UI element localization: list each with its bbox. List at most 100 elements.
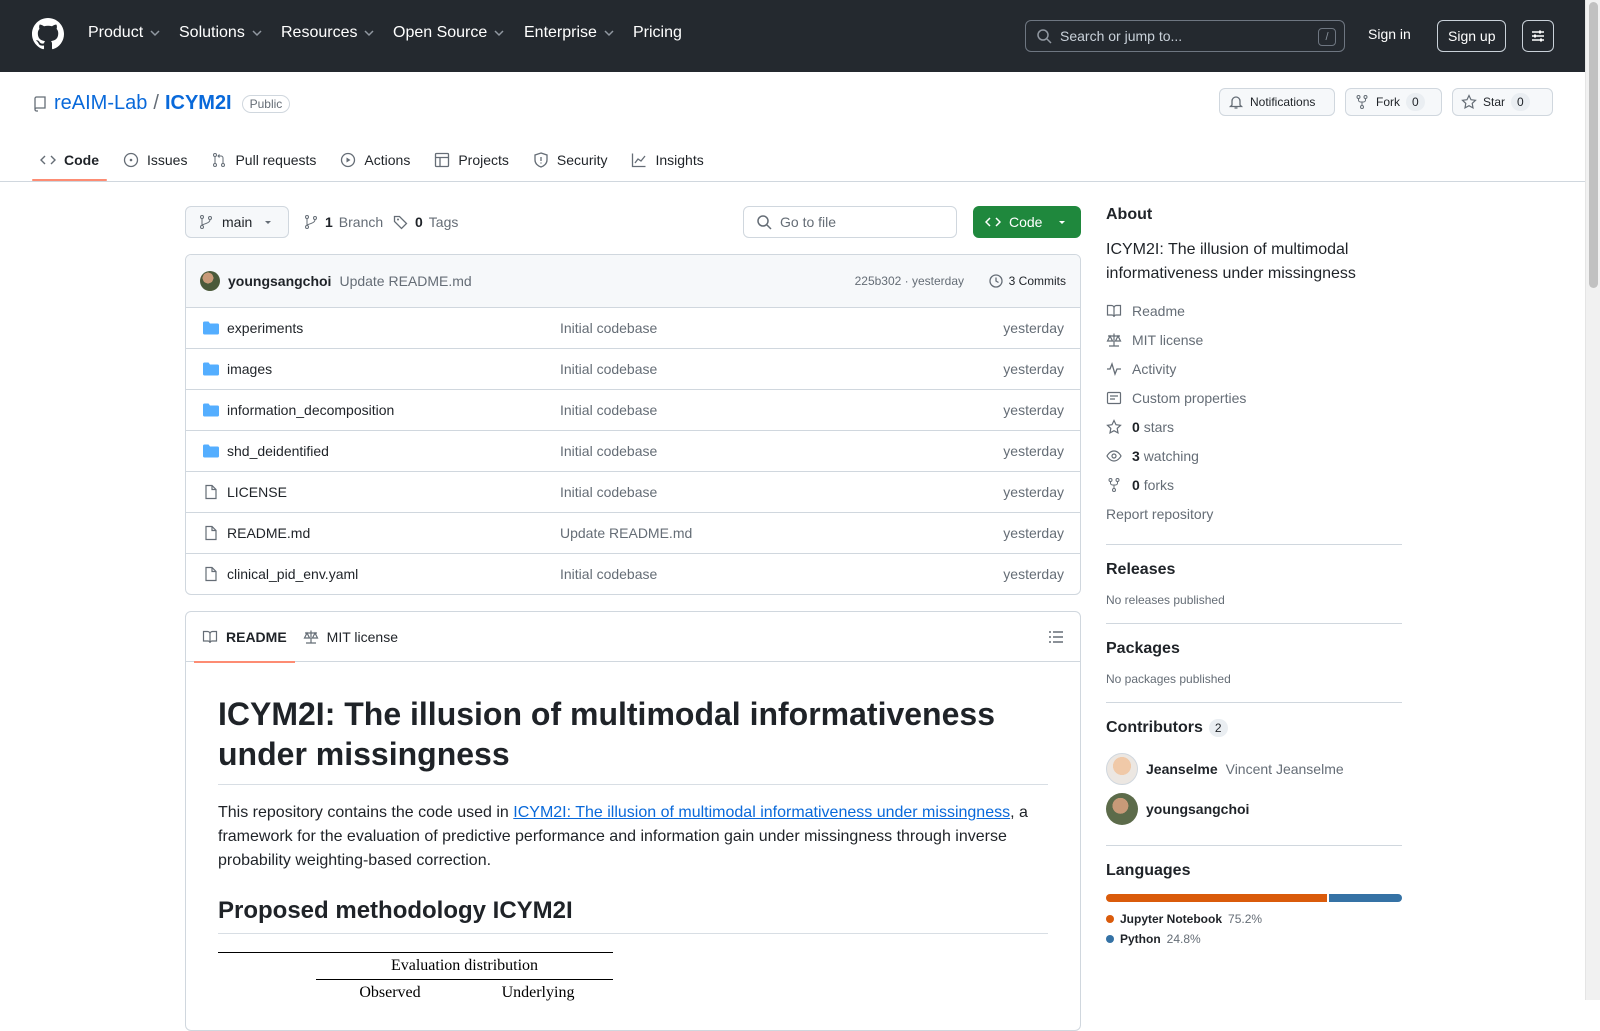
report-repository-link[interactable]: Report repository bbox=[1106, 499, 1402, 528]
file-name[interactable]: images bbox=[227, 361, 272, 377]
readme-panel: README MIT license ICYM2I: The illusion … bbox=[185, 611, 1081, 1031]
repo-name-link[interactable]: ICYM2I bbox=[165, 92, 232, 115]
branches-link[interactable]: 1 Branch bbox=[303, 214, 383, 230]
contributor-login[interactable]: youngsangchoi bbox=[1146, 801, 1249, 817]
packages-heading[interactable]: Packages bbox=[1106, 640, 1402, 658]
readme-title: ICYM2I: The illusion of multimodal infor… bbox=[218, 694, 1048, 785]
note-icon bbox=[1106, 391, 1122, 404]
contributor-item[interactable]: Jeanselme Vincent Jeanselme bbox=[1106, 749, 1402, 789]
avatar[interactable] bbox=[200, 271, 220, 291]
file-commit-message[interactable]: Initial codebase bbox=[560, 402, 657, 418]
file-commit-message[interactable]: Initial codebase bbox=[560, 361, 657, 377]
table-row[interactable]: images Initial codebase yesterday bbox=[186, 349, 1080, 390]
file-name[interactable]: LICENSE bbox=[227, 484, 287, 500]
list-outline-icon[interactable] bbox=[1048, 629, 1064, 645]
sign-up-button[interactable]: Sign up bbox=[1437, 20, 1507, 52]
chevron-down-icon bbox=[364, 30, 375, 37]
file-name[interactable]: README.md bbox=[227, 525, 310, 541]
nav-pricing-label: Pricing bbox=[633, 24, 682, 41]
file-name[interactable]: information_decomposition bbox=[227, 402, 394, 418]
nav-enterprise[interactable]: Enterprise bbox=[524, 24, 615, 42]
book-icon bbox=[1106, 304, 1122, 317]
issue-icon bbox=[123, 152, 139, 168]
releases-heading[interactable]: Releases bbox=[1106, 561, 1402, 579]
table-row[interactable]: information_decomposition Initial codeba… bbox=[186, 390, 1080, 431]
intro-text-before: This repository contains the code used i… bbox=[218, 804, 514, 821]
contributor-name: Vincent Jeanselme bbox=[1225, 761, 1344, 777]
tab-projects-label: Projects bbox=[458, 152, 509, 168]
file-name[interactable]: shd_deidentified bbox=[227, 443, 329, 459]
divider bbox=[1106, 702, 1402, 703]
page-scrollbar[interactable] bbox=[1585, 0, 1600, 1000]
tab-security[interactable]: Security bbox=[525, 140, 616, 180]
table-row[interactable]: shd_deidentified Initial codebase yester… bbox=[186, 431, 1080, 472]
file-commit-message[interactable]: Update README.md bbox=[560, 525, 692, 541]
tab-readme[interactable]: README bbox=[194, 612, 295, 663]
folder-icon bbox=[203, 321, 219, 335]
go-to-file-input[interactable]: Go to file bbox=[743, 206, 957, 238]
file-commit-message[interactable]: Initial codebase bbox=[560, 443, 657, 459]
search-input[interactable]: Search or jump to... / bbox=[1025, 20, 1345, 52]
custom-properties-link[interactable]: Custom properties bbox=[1106, 383, 1402, 412]
avatar[interactable] bbox=[1106, 793, 1138, 825]
fork-button[interactable]: Fork 0 bbox=[1345, 88, 1442, 116]
table-row[interactable]: README.md Update README.md yesterday bbox=[186, 513, 1080, 554]
file-name[interactable]: experiments bbox=[227, 320, 303, 336]
file-commit-message[interactable]: Initial codebase bbox=[560, 320, 657, 336]
activity-link[interactable]: Activity bbox=[1106, 354, 1402, 383]
tab-pull-requests[interactable]: Pull requests bbox=[203, 140, 324, 180]
commit-meta[interactable]: 225b302 · yesterday bbox=[855, 274, 964, 288]
stars-count: 0 bbox=[1132, 418, 1140, 435]
tab-actions[interactable]: Actions bbox=[332, 140, 418, 180]
watching-link[interactable]: 3 watching bbox=[1106, 441, 1402, 470]
table-row[interactable]: clinical_pid_env.yaml Initial codebase y… bbox=[186, 554, 1080, 594]
sliders-icon bbox=[1532, 30, 1544, 42]
scrollbar-thumb[interactable] bbox=[1589, 2, 1598, 288]
file-commit-message[interactable]: Initial codebase bbox=[560, 566, 657, 582]
language-item[interactable]: Jupyter Notebook 75.2% bbox=[1106, 912, 1402, 926]
commit-author[interactable]: youngsangchoi bbox=[228, 273, 331, 289]
nav-resources[interactable]: Resources bbox=[281, 24, 375, 42]
nav-solutions[interactable]: Solutions bbox=[179, 24, 263, 42]
contributor-login[interactable]: Jeanselme bbox=[1146, 761, 1218, 777]
language-item[interactable]: Python 24.8% bbox=[1106, 932, 1402, 946]
branch-selector[interactable]: main bbox=[185, 206, 290, 238]
tab-issues[interactable]: Issues bbox=[115, 140, 195, 180]
tags-link[interactable]: 0 Tags bbox=[393, 214, 458, 230]
commits-history-link[interactable]: 3 Commits bbox=[988, 273, 1066, 289]
nav-pricing[interactable]: Pricing bbox=[633, 24, 682, 42]
commit-message[interactable]: Update README.md bbox=[339, 273, 471, 289]
table-row[interactable]: LICENSE Initial codebase yesterday bbox=[186, 472, 1080, 513]
tab-insights[interactable]: Insights bbox=[623, 140, 711, 180]
nav-product[interactable]: Product bbox=[88, 24, 161, 42]
forks-link[interactable]: 0 forks bbox=[1106, 470, 1402, 499]
paper-link[interactable]: ICYM2I: The illusion of multimodal infor… bbox=[513, 804, 1010, 821]
nav-open-source[interactable]: Open Source bbox=[393, 24, 505, 42]
star-button[interactable]: Star 0 bbox=[1452, 88, 1553, 116]
file-commit-message[interactable]: Initial codebase bbox=[560, 484, 657, 500]
tab-code[interactable]: Code bbox=[32, 140, 107, 181]
license-link[interactable]: MIT license bbox=[1106, 325, 1402, 354]
contributors-heading[interactable]: Contributors 2 bbox=[1106, 719, 1402, 737]
notifications-button[interactable]: Notifications bbox=[1219, 88, 1335, 116]
code-dropdown-button[interactable]: Code bbox=[973, 206, 1081, 238]
tab-license[interactable]: MIT license bbox=[295, 612, 406, 662]
sign-in-link[interactable]: Sign in bbox=[1368, 26, 1411, 42]
contributor-item[interactable]: youngsangchoi bbox=[1106, 789, 1402, 829]
github-logo-icon[interactable] bbox=[32, 18, 64, 50]
avatar[interactable] bbox=[1106, 753, 1138, 785]
sliders-menu-button[interactable] bbox=[1522, 20, 1554, 52]
readme-intro: This repository contains the code used i… bbox=[218, 801, 1048, 873]
caret-down-icon bbox=[265, 221, 272, 224]
readme-link[interactable]: Readme bbox=[1106, 296, 1402, 325]
file-date: yesterday bbox=[1003, 443, 1064, 459]
stars-link[interactable]: 0 stars bbox=[1106, 412, 1402, 441]
table-row[interactable]: experiments Initial codebase yesterday bbox=[186, 308, 1080, 349]
file-name[interactable]: clinical_pid_env.yaml bbox=[227, 566, 358, 582]
tab-projects[interactable]: Projects bbox=[426, 140, 517, 180]
nav-enterprise-label: Enterprise bbox=[524, 24, 597, 41]
folder-icon bbox=[203, 444, 219, 458]
repo-owner-link[interactable]: reAIM-Lab bbox=[54, 92, 147, 115]
about-description: ICYM2I: The illusion of multimodal infor… bbox=[1106, 241, 1356, 282]
table-icon bbox=[435, 152, 450, 168]
